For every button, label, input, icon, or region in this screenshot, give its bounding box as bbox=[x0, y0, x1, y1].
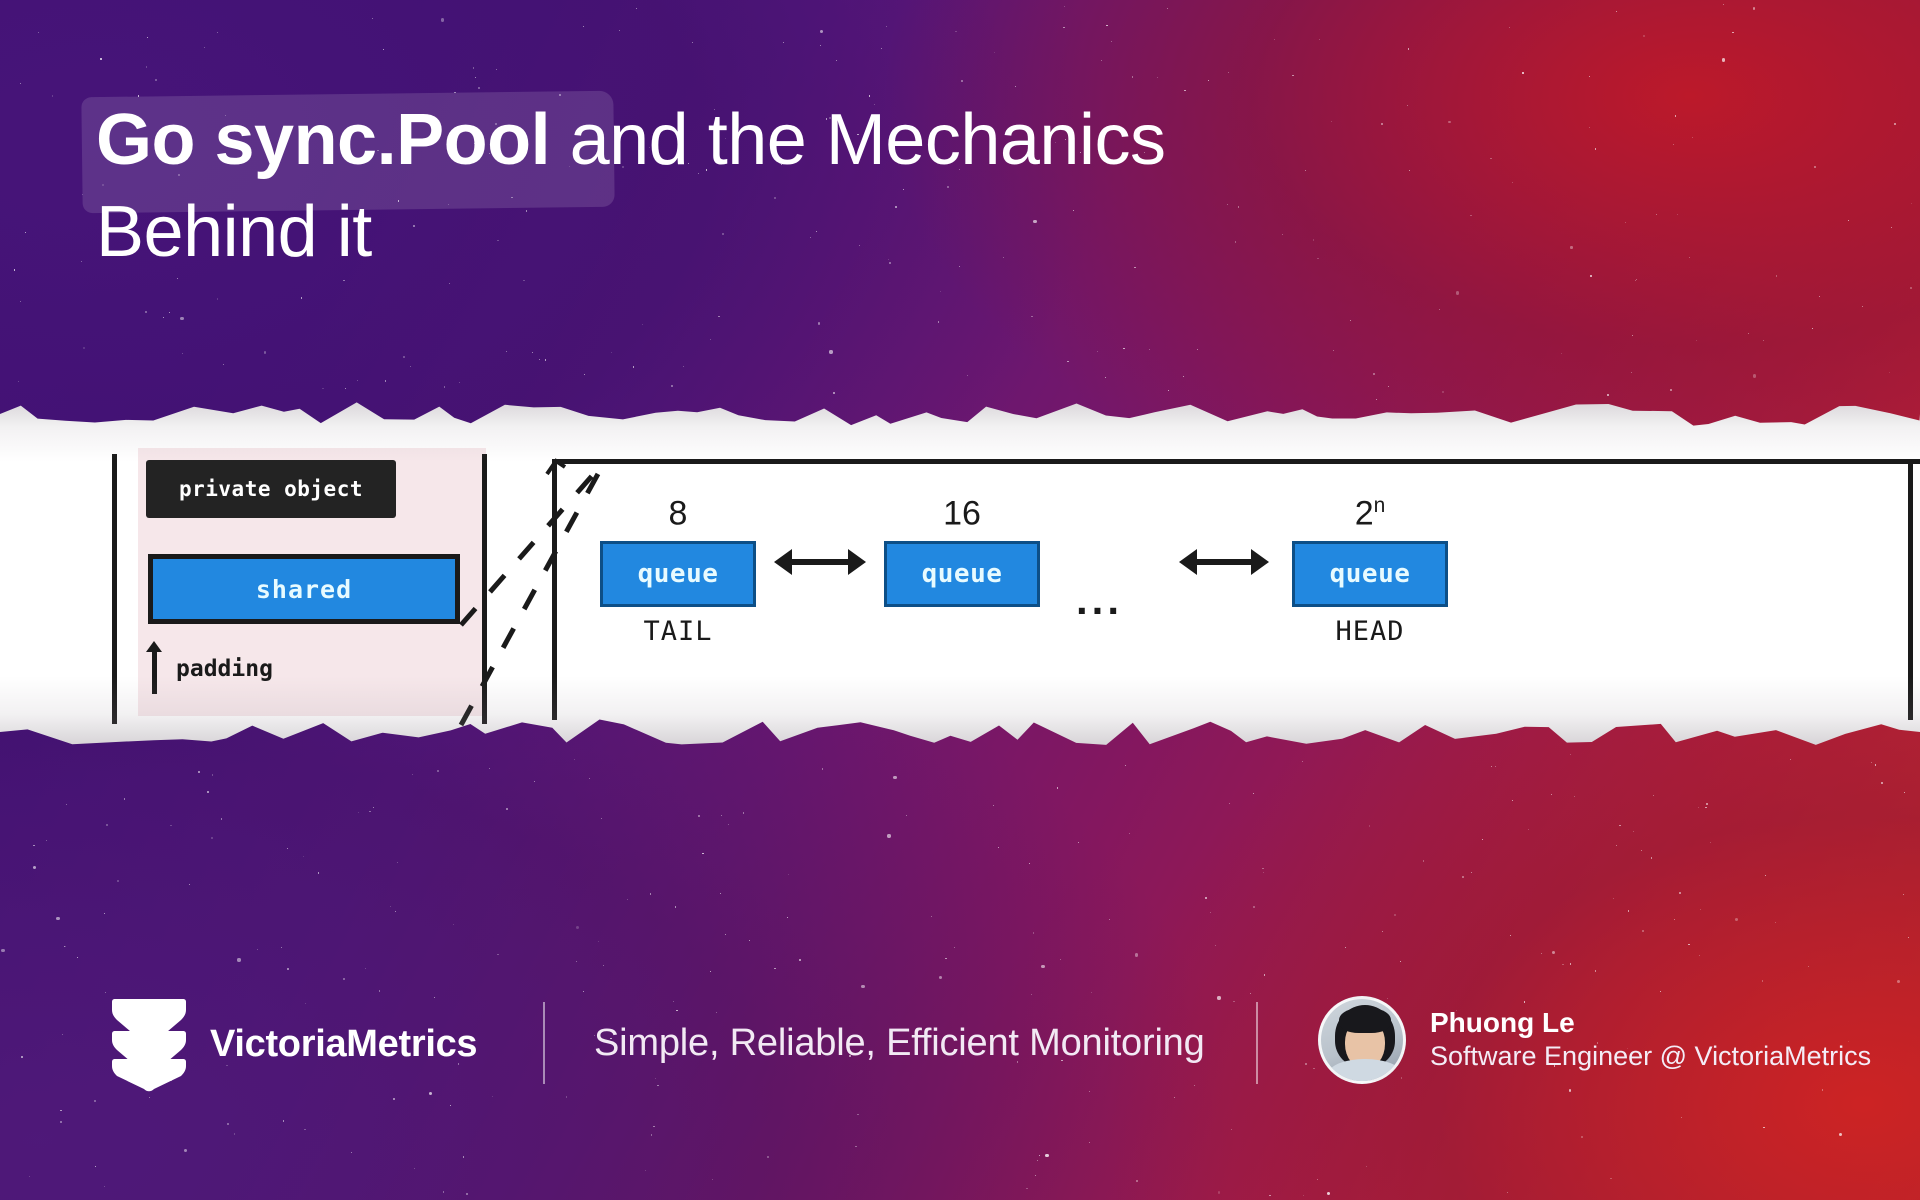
chain-frame-right bbox=[1908, 459, 1913, 720]
chain-node-1-box: queue bbox=[884, 541, 1040, 608]
chain-node-0-label: queue bbox=[637, 559, 719, 590]
victoriametrics-logo-icon bbox=[112, 999, 186, 1092]
author-text: Phuong Le Software Engineer @ VictoriaMe… bbox=[1430, 1006, 1871, 1073]
chain-node-0-size: 8 bbox=[668, 494, 688, 533]
chain-ellipsis: ... bbox=[1076, 576, 1124, 623]
slide-footer: VictoriaMetrics Simple, Reliable, Effici… bbox=[0, 978, 1920, 1138]
chain-node-2-box: queue bbox=[1292, 541, 1448, 608]
dashed-connector-lines bbox=[458, 459, 608, 727]
chain-frame-left bbox=[552, 459, 557, 720]
private-object-box: private object bbox=[146, 460, 396, 518]
title-line-1: Go sync.Pool and the Mechanics bbox=[81, 90, 1426, 214]
diagram-area: private object shared padding 8 queue TA… bbox=[0, 398, 1920, 746]
pool-local-left-border bbox=[112, 454, 117, 724]
slide-canvas: Go sync.Pool and the Mechanics Behind it… bbox=[0, 0, 1920, 1200]
chain-node-2-label: queue bbox=[1329, 559, 1411, 590]
footer-divider-2 bbox=[1256, 1002, 1258, 1084]
slide-title: Go sync.Pool and the Mechanics Behind it bbox=[81, 90, 1426, 268]
padding-label: padding bbox=[176, 656, 273, 682]
footer-divider-1 bbox=[543, 1002, 545, 1084]
private-object-label: private object bbox=[178, 477, 363, 501]
title-line-2: Behind it bbox=[96, 196, 1426, 268]
chain-arrow-tip-icon bbox=[545, 458, 567, 476]
padding-arrow-icon bbox=[146, 641, 162, 694]
chain-node-0-box: queue bbox=[600, 541, 756, 608]
chain-node-1-size: 16 bbox=[943, 494, 981, 533]
torn-paper-band: private object shared padding 8 queue TA… bbox=[0, 398, 1920, 746]
author-name: Phuong Le bbox=[1430, 1007, 1575, 1039]
chain-frame-top bbox=[552, 459, 1920, 464]
title-line-2-text: Behind it bbox=[96, 192, 372, 272]
chain-node-2: 2n queue HEAD bbox=[1292, 494, 1448, 647]
chain-arrow-1 bbox=[1179, 549, 1269, 575]
chain-node-1-label: queue bbox=[921, 559, 1003, 590]
brand-name: VictoriaMetrics bbox=[210, 1022, 478, 1065]
shared-label: shared bbox=[255, 574, 353, 604]
chain-node-2-size: 2n bbox=[1354, 494, 1386, 533]
chain-node-1: 16 queue bbox=[884, 494, 1040, 616]
title-highlight-text: Go sync.Pool bbox=[96, 100, 551, 180]
brand-tagline: Simple, Reliable, Efficient Monitoring bbox=[594, 1022, 1205, 1064]
author-avatar bbox=[1318, 996, 1406, 1084]
chain-node-0-end: TAIL bbox=[643, 616, 713, 648]
chain-node-2-end: HEAD bbox=[1335, 616, 1405, 648]
author-block: Phuong Le Software Engineer @ VictoriaMe… bbox=[1318, 996, 1871, 1084]
brand-logo-group: VictoriaMetrics bbox=[110, 996, 478, 1092]
shared-box: shared bbox=[148, 554, 460, 624]
author-role: Software Engineer @ VictoriaMetrics bbox=[1430, 1040, 1872, 1071]
title-rest-text: and the Mechanics bbox=[550, 100, 1166, 180]
chain-node-0: 8 queue TAIL bbox=[600, 494, 756, 647]
chain-arrow-0 bbox=[774, 549, 866, 575]
